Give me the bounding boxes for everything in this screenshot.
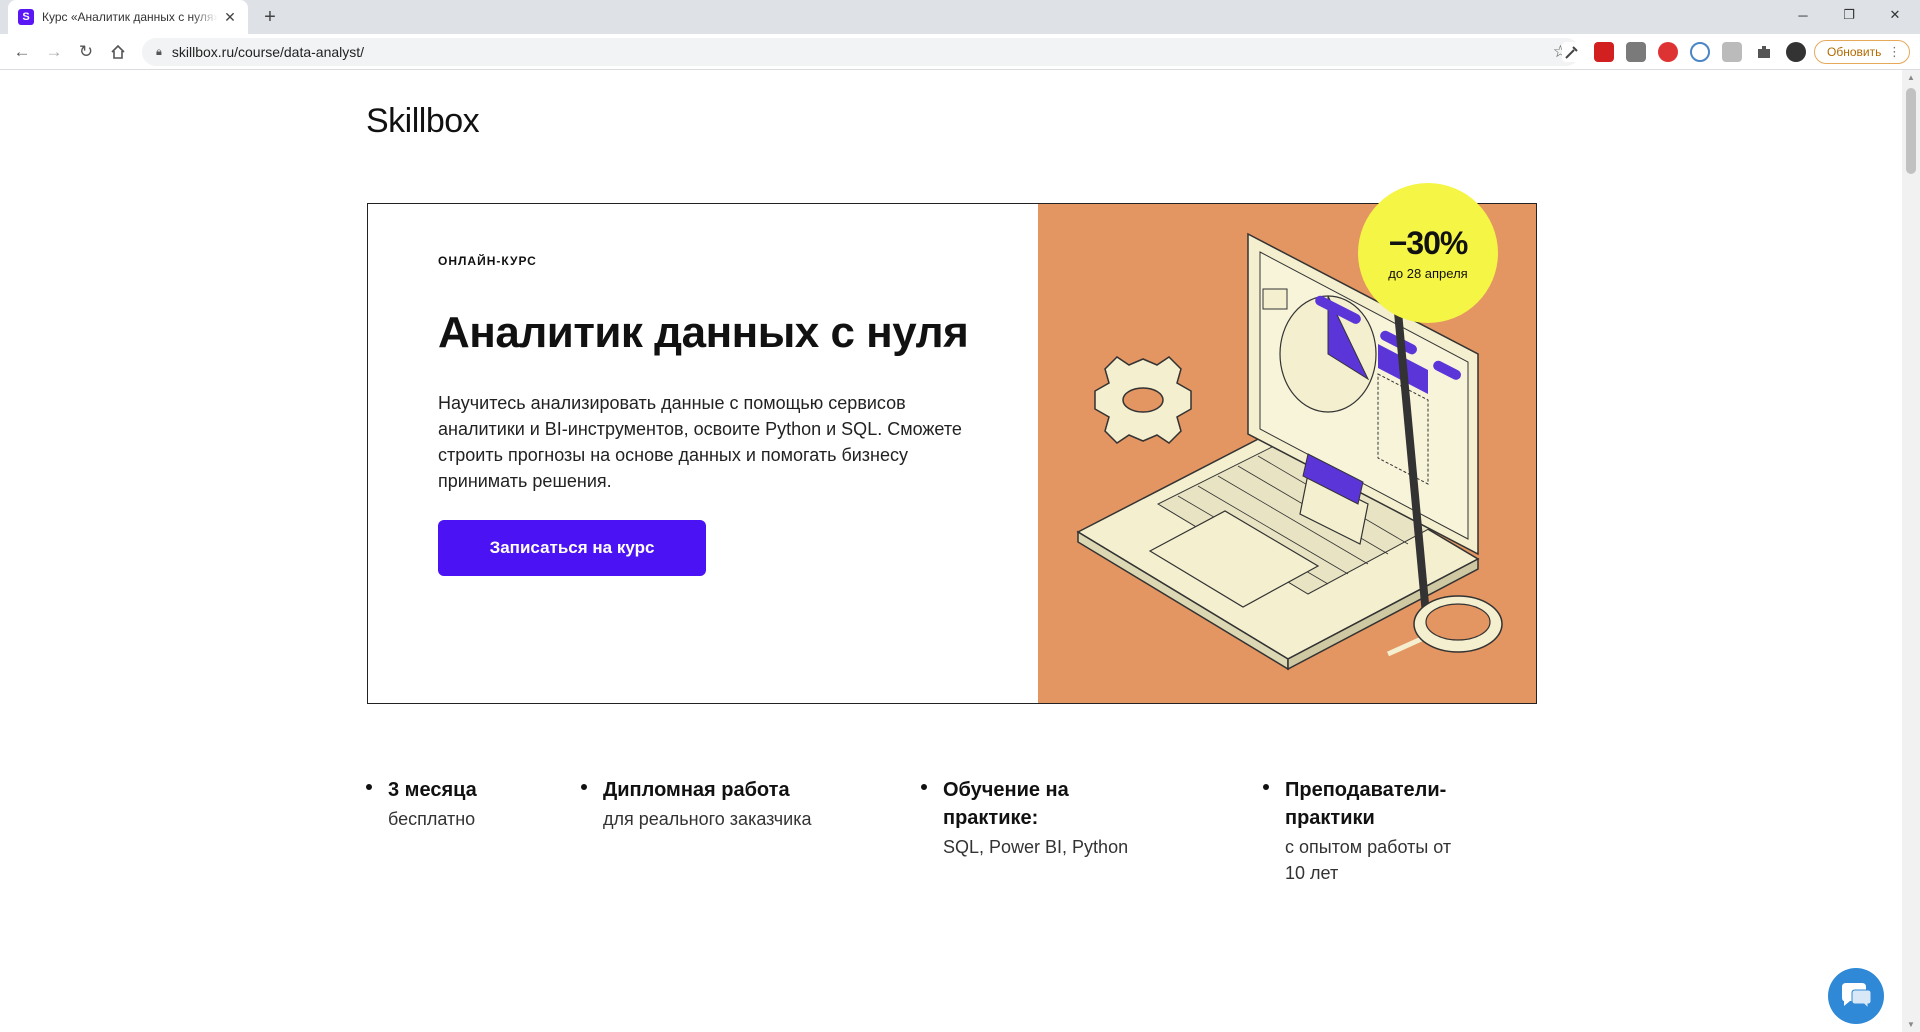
feature-title: Дипломная работа [603, 779, 790, 801]
adblock-extension-icon[interactable] [1658, 42, 1678, 62]
feature-item: 3 месяца бесплатно [366, 776, 546, 832]
bullet-icon [581, 784, 587, 790]
scrollbar-thumb[interactable] [1906, 88, 1916, 174]
update-label: Обновить [1827, 45, 1882, 59]
enroll-button[interactable]: Записаться на курс [438, 520, 706, 576]
chat-widget-button[interactable] [1828, 968, 1884, 1024]
tab-bar: S Курс «Аналитик данных с нуля» — Skillb… [0, 0, 1920, 34]
url-text: skillbox.ru/course/data-analyst/ [171, 44, 365, 60]
home-button[interactable] [106, 40, 130, 64]
feature-subtitle: с опытом работы от 10 лет [1285, 837, 1452, 883]
bullet-icon [366, 784, 372, 790]
reload-button[interactable]: ↻ [74, 40, 98, 64]
update-button[interactable]: Обновить ⋮ [1814, 40, 1910, 64]
mail-extension-icon[interactable] [1626, 42, 1646, 62]
feature-subtitle: для реального заказчика [603, 809, 812, 829]
feature-item: Дипломная работа для реального заказчика [581, 776, 881, 832]
feature-subtitle: SQL, Power BI, Python [943, 837, 1129, 857]
discount-badge: −30% до 28 апреля [1358, 183, 1498, 323]
close-window-button[interactable]: ✕ [1872, 0, 1918, 30]
feature-title: Преподаватели-практики [1285, 779, 1447, 829]
page-scrollbar[interactable]: ▲ ▼ [1902, 70, 1920, 1032]
new-tab-button[interactable]: + [258, 6, 282, 30]
feature-subtitle: бесплатно [388, 809, 476, 829]
skillbox-logo[interactable]: Skillbox [366, 102, 480, 141]
extensions-puzzle-icon[interactable] [1754, 42, 1774, 62]
page-content: Skillbox ОНЛАЙН-КУРС Аналитик данных с н… [0, 70, 1902, 1032]
feature-item: Обучение на практике: SQL, Power BI, Pyt… [921, 776, 1151, 860]
hero-kicker: ОНЛАЙН-КУРС [438, 254, 537, 268]
browser-tab[interactable]: S Курс «Аналитик данных с нуля» — Skillb… [8, 0, 248, 34]
bullet-icon [921, 784, 927, 790]
feature-title: Обучение на практике: [943, 779, 1069, 829]
discount-percent: −30% [1388, 225, 1469, 261]
feature-title: 3 месяца [388, 779, 477, 801]
hero-text-panel: ОНЛАЙН-КУРС Аналитик данных с нуля Научи… [368, 204, 1038, 703]
forward-button[interactable]: → [42, 40, 66, 64]
bullet-icon [1263, 784, 1269, 790]
address-bar[interactable]: 🔒︎ skillbox.ru/course/data-analyst/ ☆ [142, 38, 1580, 66]
menu-dots-icon: ⋮ [1888, 44, 1901, 59]
skillbox-favicon-icon: S [18, 9, 34, 25]
scroll-down-icon[interactable]: ▼ [1907, 1020, 1915, 1029]
pdf-extension-icon[interactable] [1594, 42, 1614, 62]
discount-deadline: до 28 апреля [1388, 266, 1468, 281]
browser-toolbar: ← → ↻ 🔒︎ skillbox.ru/course/data-analyst… [0, 34, 1920, 70]
hero-banner: ОНЛАЙН-КУРС Аналитик данных с нуля Научи… [367, 203, 1537, 704]
home-icon [111, 44, 125, 59]
back-button[interactable]: ← [10, 40, 34, 64]
close-tab-icon[interactable]: ✕ [222, 9, 238, 26]
minimize-button[interactable]: ─ [1780, 0, 1826, 30]
feature-item: Преподаватели-практики с опытом работы о… [1263, 776, 1453, 886]
tab-title: Курс «Аналитик данных с нуля» — Skillbox [42, 10, 218, 24]
hero-description: Научитесь анализировать данные с помощью… [438, 393, 962, 491]
chat-bubble-icon [1842, 983, 1872, 1010]
screenshot-extension-icon[interactable] [1722, 42, 1742, 62]
vpn-extension-icon[interactable] [1690, 42, 1710, 62]
gear-icon [1094, 356, 1192, 444]
restore-button[interactable]: ❐ [1826, 0, 1872, 30]
scroll-up-icon[interactable]: ▲ [1907, 73, 1915, 82]
lock-icon: 🔒︎ [156, 45, 162, 58]
profile-avatar[interactable] [1786, 42, 1806, 62]
eyedropper-extension-icon[interactable] [1562, 42, 1582, 62]
hero-title: Аналитик данных с нуля [438, 308, 969, 357]
